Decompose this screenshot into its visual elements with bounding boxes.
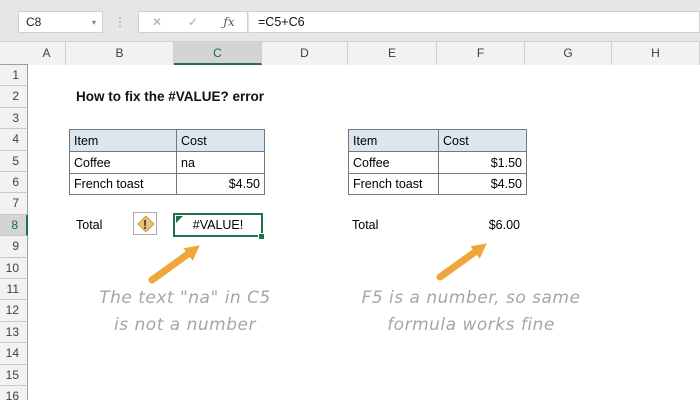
- error-checking-button[interactable]: !: [133, 212, 157, 235]
- left-annotation-line1: The text "na" in C5: [99, 288, 271, 308]
- right-table: Item Cost Coffee $1.50 French toast $4.5…: [348, 129, 527, 196]
- column-header-c-selected[interactable]: C: [174, 42, 262, 65]
- worksheet-title[interactable]: How to fix the #VALUE? error: [76, 89, 264, 104]
- excel-window: C8 ▾ ⋮ ✕ ✓ ƒx =C5+C6 A B C D E F G H 1 2…: [0, 0, 700, 400]
- row-header-11[interactable]: 11: [0, 279, 28, 301]
- row-header-2[interactable]: 2: [0, 86, 28, 108]
- cell-f8-value[interactable]: $6.00: [437, 215, 520, 236]
- right-annotation-line2: formula works fine: [387, 315, 555, 335]
- cell-f6[interactable]: $4.50: [438, 172, 526, 195]
- right-table-header-item[interactable]: Item: [349, 130, 438, 152]
- formula-bar-buttons: ✕ ✓ ƒx: [138, 11, 248, 33]
- row-header-4[interactable]: 4: [0, 129, 28, 151]
- cell-e6[interactable]: French toast: [349, 172, 438, 194]
- error-indicator-triangle-icon: [176, 216, 183, 223]
- cell-b5[interactable]: Coffee: [70, 151, 176, 172]
- cancel-icon[interactable]: ✕: [145, 15, 169, 29]
- column-header-a[interactable]: A: [28, 42, 66, 65]
- formula-bar-grip-icon: ⋮: [114, 15, 126, 29]
- row-header-14[interactable]: 14: [0, 343, 28, 365]
- name-box-value: C8: [26, 15, 42, 29]
- column-header-g[interactable]: G: [525, 42, 612, 65]
- row-header-5[interactable]: 5: [0, 150, 28, 172]
- enter-icon[interactable]: ✓: [181, 15, 205, 29]
- column-header-h[interactable]: H: [612, 42, 700, 65]
- name-box-dropdown-icon[interactable]: ▾: [92, 18, 102, 27]
- row-header-6[interactable]: 6: [0, 172, 28, 194]
- row-header-16[interactable]: 16: [0, 386, 28, 400]
- row-header-9[interactable]: 9: [0, 236, 28, 258]
- row-header-13[interactable]: 13: [0, 321, 28, 344]
- name-box[interactable]: C8 ▾: [18, 11, 103, 33]
- column-header-b[interactable]: B: [66, 42, 174, 65]
- row-header-15[interactable]: 15: [0, 364, 28, 386]
- insert-function-icon[interactable]: ƒx: [217, 15, 241, 29]
- right-arrow-icon: [436, 243, 487, 281]
- fill-handle[interactable]: [258, 233, 265, 240]
- left-table: Item Cost Coffee na French toast $4.50: [69, 129, 265, 196]
- selected-cell-c8[interactable]: #VALUE!: [173, 213, 263, 237]
- row-header-10[interactable]: 10: [0, 257, 28, 279]
- left-arrow-icon: [148, 245, 200, 284]
- formula-bar: C8 ▾ ⋮ ✕ ✓ ƒx =C5+C6: [0, 0, 700, 42]
- left-table-header-item[interactable]: Item: [70, 130, 176, 152]
- row-header-3[interactable]: 3: [0, 107, 28, 130]
- column-headers: A B C D E F G H: [0, 42, 700, 65]
- left-table-header-cost[interactable]: Cost: [176, 130, 264, 152]
- row-header-12[interactable]: 12: [0, 300, 28, 322]
- cell-c5[interactable]: na: [176, 151, 264, 173]
- cell-c6[interactable]: $4.50: [176, 172, 264, 195]
- right-table-header-cost[interactable]: Cost: [438, 130, 526, 152]
- column-header-f[interactable]: F: [437, 42, 525, 65]
- cell-b8-total-label[interactable]: Total: [76, 215, 102, 236]
- formula-input[interactable]: =C5+C6: [249, 11, 700, 33]
- cell-e5[interactable]: Coffee: [349, 151, 438, 172]
- left-annotation-line2: is not a number: [114, 315, 256, 335]
- error-exclamation-icon: !: [142, 217, 148, 232]
- formula-text: =C5+C6: [258, 15, 305, 29]
- cell-b6[interactable]: French toast: [70, 172, 176, 194]
- row-header-7[interactable]: 7: [0, 193, 28, 215]
- row-header-8-selected[interactable]: 8: [0, 214, 28, 237]
- cell-c8-value: #VALUE!: [192, 218, 244, 232]
- cell-e8-total-label[interactable]: Total: [352, 215, 378, 236]
- right-annotation-line1: F5 is a number, so same: [361, 288, 581, 308]
- cell-f5[interactable]: $1.50: [438, 151, 526, 173]
- column-header-e[interactable]: E: [348, 42, 437, 65]
- column-header-d[interactable]: D: [262, 42, 348, 65]
- row-header-1[interactable]: 1: [0, 65, 28, 87]
